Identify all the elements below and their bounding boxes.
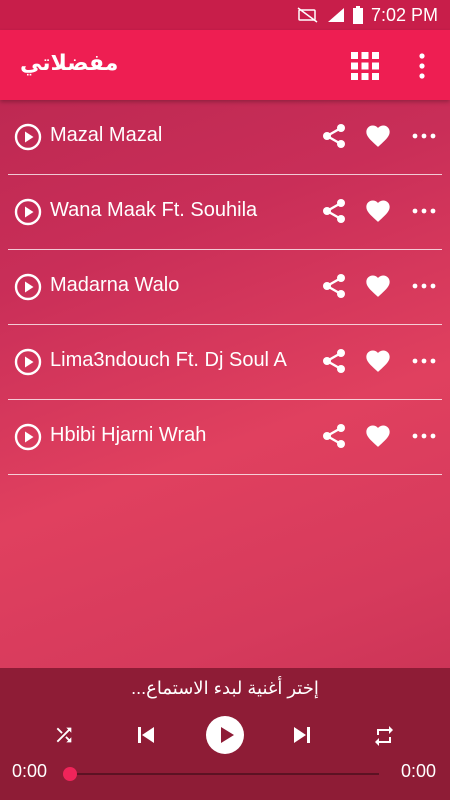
share-icon[interactable] (320, 122, 348, 150)
status-time: 7:02 PM (370, 4, 438, 25)
song-title: Hbibi Hjarni Wrah (50, 424, 207, 446)
song-title: Mazal Mazal (50, 124, 163, 146)
list-item[interactable]: Wana Maak Ft. Souhila (8, 175, 442, 250)
heart-icon[interactable] (364, 122, 392, 150)
share-icon[interactable] (320, 197, 348, 225)
repeat-icon[interactable] (372, 724, 396, 748)
time-elapsed: 0:00 (12, 761, 48, 781)
heart-icon[interactable] (364, 347, 392, 375)
share-icon[interactable] (320, 272, 348, 300)
list-item[interactable]: Hbibi Hjarni Wrah (8, 400, 442, 475)
song-title: Wana Maak Ft. Souhila (50, 199, 258, 221)
grid-icon[interactable] (351, 52, 379, 80)
more-horiz-icon[interactable] (410, 272, 438, 300)
app-bar: مفضلاتي (0, 30, 450, 100)
play-button[interactable] (206, 716, 244, 754)
player-hint: إختر أغنية لبدء الاستماع... (131, 678, 319, 698)
list-item[interactable]: Lima3ndouch Ft. Dj Soul A (8, 325, 442, 400)
page-title: مفضلاتي (20, 50, 119, 75)
battery-icon (352, 6, 363, 24)
heart-icon[interactable] (364, 197, 392, 225)
list-item[interactable]: Mazal Mazal (8, 100, 442, 175)
seek-track[interactable] (71, 773, 379, 775)
heart-icon[interactable] (364, 272, 392, 300)
play-icon (221, 727, 234, 743)
play-circle-icon[interactable] (14, 423, 42, 451)
signal-icon (327, 7, 345, 23)
play-circle-icon[interactable] (14, 123, 42, 151)
more-horiz-icon[interactable] (410, 197, 438, 225)
song-title: Lima3ndouch Ft. Dj Soul A (50, 349, 287, 371)
song-title: Madarna Walo (50, 274, 180, 296)
play-circle-icon[interactable] (14, 198, 42, 226)
favorites-list: Mazal Mazal Wana Maak Ft. Souhila Madarn… (0, 100, 450, 475)
list-item[interactable]: Madarna Walo (8, 250, 442, 325)
more-horiz-icon[interactable] (410, 422, 438, 450)
player-bar: إختر أغنية لبدء الاستماع... 0:00 0:00 (0, 668, 450, 800)
heart-icon[interactable] (364, 422, 392, 450)
play-circle-icon[interactable] (14, 273, 42, 301)
more-vert-icon[interactable] (414, 52, 430, 80)
more-horiz-icon[interactable] (410, 122, 438, 150)
status-bar: 7:02 PM (0, 0, 450, 30)
no-sim-icon (297, 7, 319, 23)
more-horiz-icon[interactable] (410, 347, 438, 375)
share-icon[interactable] (320, 422, 348, 450)
skip-next-icon[interactable] (290, 723, 314, 747)
skip-previous-icon[interactable] (134, 723, 158, 747)
play-circle-icon[interactable] (14, 348, 42, 376)
shuffle-icon[interactable] (53, 724, 75, 746)
time-total: 0:00 (400, 761, 436, 781)
seek-thumb[interactable] (63, 767, 77, 781)
share-icon[interactable] (320, 347, 348, 375)
